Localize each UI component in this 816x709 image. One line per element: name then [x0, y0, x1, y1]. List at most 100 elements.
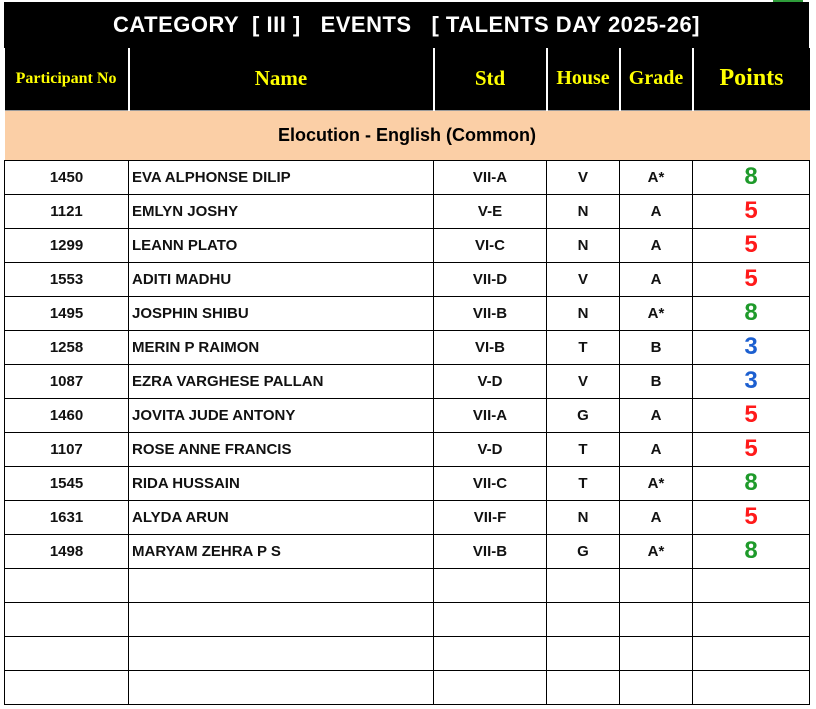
empty-cell[interactable]: [128, 601, 434, 637]
std-cell[interactable]: VI-C: [433, 227, 547, 263]
std-cell[interactable]: VII-A: [433, 159, 547, 195]
empty-cell[interactable]: [433, 601, 547, 637]
empty-cell[interactable]: [128, 669, 434, 705]
std-cell[interactable]: VII-B: [433, 295, 547, 331]
sheet-title[interactable]: CATEGORY [ III ] EVENTS [ TALENTS DAY 20…: [4, 2, 809, 48]
house-cell[interactable]: N: [546, 227, 620, 263]
grade-cell[interactable]: A*: [619, 465, 693, 501]
header-grade[interactable]: Grade: [618, 48, 693, 110]
empty-cell[interactable]: [619, 601, 693, 637]
std-cell[interactable]: VII-D: [433, 261, 547, 297]
name-cell[interactable]: MERIN P RAIMON: [128, 329, 434, 365]
empty-cell[interactable]: [4, 567, 129, 603]
empty-cell[interactable]: [692, 567, 810, 603]
points-cell[interactable]: 8: [692, 295, 810, 331]
participant-no-cell[interactable]: 1553: [4, 261, 129, 297]
section-title[interactable]: Elocution - English (Common): [4, 109, 810, 161]
name-cell[interactable]: RIDA HUSSAIN: [128, 465, 434, 501]
grade-cell[interactable]: A: [619, 193, 693, 229]
std-cell[interactable]: V-D: [433, 431, 547, 467]
name-cell[interactable]: EZRA VARGHESE PALLAN: [128, 363, 434, 399]
empty-cell[interactable]: [546, 601, 620, 637]
empty-cell[interactable]: [4, 601, 129, 637]
header-name[interactable]: Name: [127, 48, 434, 110]
empty-cell[interactable]: [546, 567, 620, 603]
participant-no-cell[interactable]: 1450: [4, 159, 129, 195]
empty-cell[interactable]: [128, 567, 434, 603]
name-cell[interactable]: JOSPHIN SHIBU: [128, 295, 434, 331]
name-cell[interactable]: MARYAM ZEHRA P S: [128, 533, 434, 569]
house-cell[interactable]: G: [546, 533, 620, 569]
house-cell[interactable]: N: [546, 499, 620, 535]
points-cell[interactable]: 5: [692, 261, 810, 297]
header-points[interactable]: Points: [691, 48, 810, 110]
house-cell[interactable]: V: [546, 363, 620, 399]
header-house[interactable]: House: [545, 48, 620, 110]
participant-no-cell[interactable]: 1087: [4, 363, 129, 399]
points-cell[interactable]: 8: [692, 159, 810, 195]
header-std[interactable]: Std: [432, 48, 547, 110]
empty-cell[interactable]: [433, 669, 547, 705]
participant-no-cell[interactable]: 1498: [4, 533, 129, 569]
house-cell[interactable]: T: [546, 465, 620, 501]
std-cell[interactable]: VII-F: [433, 499, 547, 535]
points-cell[interactable]: 5: [692, 397, 810, 433]
grade-cell[interactable]: A*: [619, 295, 693, 331]
std-cell[interactable]: V-D: [433, 363, 547, 399]
name-cell[interactable]: LEANN PLATO: [128, 227, 434, 263]
participant-no-cell[interactable]: 1460: [4, 397, 129, 433]
participant-no-cell[interactable]: 1495: [4, 295, 129, 331]
std-cell[interactable]: VII-C: [433, 465, 547, 501]
points-cell[interactable]: 3: [692, 363, 810, 399]
name-cell[interactable]: EMLYN JOSHY: [128, 193, 434, 229]
std-cell[interactable]: VII-B: [433, 533, 547, 569]
header-participant-no[interactable]: Participant No: [4, 48, 129, 110]
empty-cell[interactable]: [619, 635, 693, 671]
house-cell[interactable]: V: [546, 159, 620, 195]
grade-cell[interactable]: A: [619, 499, 693, 535]
empty-cell[interactable]: [128, 635, 434, 671]
name-cell[interactable]: ALYDA ARUN: [128, 499, 434, 535]
empty-cell[interactable]: [619, 669, 693, 705]
house-cell[interactable]: G: [546, 397, 620, 433]
empty-cell[interactable]: [692, 635, 810, 671]
house-cell[interactable]: V: [546, 261, 620, 297]
empty-cell[interactable]: [692, 669, 810, 705]
std-cell[interactable]: V-E: [433, 193, 547, 229]
empty-cell[interactable]: [692, 601, 810, 637]
empty-cell[interactable]: [4, 635, 129, 671]
empty-cell[interactable]: [619, 567, 693, 603]
empty-cell[interactable]: [433, 635, 547, 671]
house-cell[interactable]: N: [546, 193, 620, 229]
std-cell[interactable]: VII-A: [433, 397, 547, 433]
participant-no-cell[interactable]: 1258: [4, 329, 129, 365]
std-cell[interactable]: VI-B: [433, 329, 547, 365]
empty-cell[interactable]: [546, 669, 620, 705]
grade-cell[interactable]: A: [619, 397, 693, 433]
grade-cell[interactable]: A: [619, 227, 693, 263]
points-cell[interactable]: 5: [692, 227, 810, 263]
grade-cell[interactable]: A*: [619, 159, 693, 195]
points-cell[interactable]: 8: [692, 533, 810, 569]
participant-no-cell[interactable]: 1121: [4, 193, 129, 229]
empty-cell[interactable]: [4, 669, 129, 705]
points-cell[interactable]: 3: [692, 329, 810, 365]
name-cell[interactable]: ADITI MADHU: [128, 261, 434, 297]
participant-no-cell[interactable]: 1107: [4, 431, 129, 467]
participant-no-cell[interactable]: 1631: [4, 499, 129, 535]
participant-no-cell[interactable]: 1299: [4, 227, 129, 263]
name-cell[interactable]: ROSE ANNE FRANCIS: [128, 431, 434, 467]
points-cell[interactable]: 5: [692, 499, 810, 535]
empty-cell[interactable]: [433, 567, 547, 603]
house-cell[interactable]: T: [546, 329, 620, 365]
name-cell[interactable]: EVA ALPHONSE DILIP: [128, 159, 434, 195]
grade-cell[interactable]: A*: [619, 533, 693, 569]
points-cell[interactable]: 5: [692, 193, 810, 229]
points-cell[interactable]: 8: [692, 465, 810, 501]
grade-cell[interactable]: B: [619, 329, 693, 365]
name-cell[interactable]: JOVITA JUDE ANTONY: [128, 397, 434, 433]
grade-cell[interactable]: A: [619, 261, 693, 297]
points-cell[interactable]: 5: [692, 431, 810, 467]
grade-cell[interactable]: A: [619, 431, 693, 467]
participant-no-cell[interactable]: 1545: [4, 465, 129, 501]
